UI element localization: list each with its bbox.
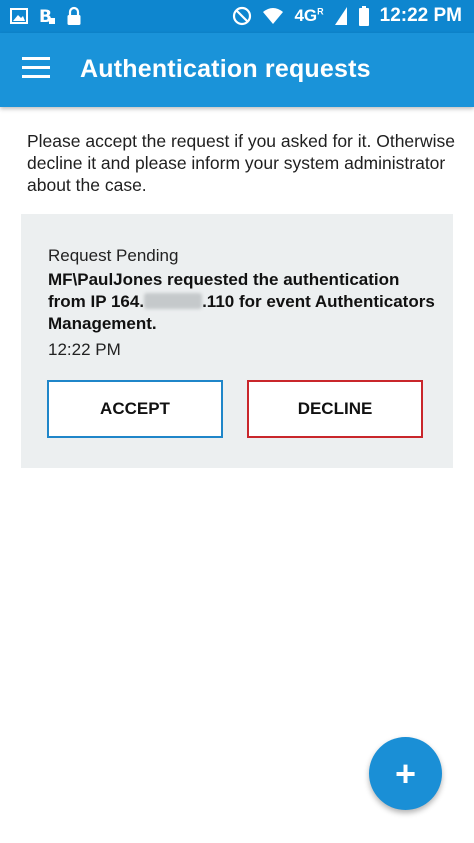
intro-text: Please accept the request if you asked f… bbox=[27, 131, 455, 195]
page-title: Authentication requests bbox=[80, 55, 371, 83]
b-notification-icon: B bbox=[39, 7, 55, 26]
status-bar: B 4GR 12:22 PM bbox=[0, 0, 474, 33]
menu-icon[interactable] bbox=[22, 57, 50, 81]
add-button[interactable]: + bbox=[369, 737, 442, 810]
status-time: 12:22 PM bbox=[379, 5, 462, 26]
plus-icon: + bbox=[394, 752, 417, 794]
request-time: 12:22 PM bbox=[48, 340, 121, 359]
image-icon bbox=[10, 8, 28, 24]
do-not-disturb-icon bbox=[233, 6, 252, 26]
signal-icon bbox=[334, 7, 347, 25]
redacted-ip-segment bbox=[144, 293, 203, 309]
network-indicator: 4GR bbox=[294, 6, 324, 25]
app-bar: Authentication requests bbox=[0, 33, 474, 107]
wifi-icon bbox=[263, 8, 284, 24]
accept-button[interactable]: ACCEPT bbox=[47, 380, 223, 438]
battery-icon bbox=[358, 6, 369, 26]
decline-button[interactable]: DECLINE bbox=[247, 380, 423, 438]
request-status: Request Pending bbox=[48, 246, 179, 265]
status-bar-notifications: B bbox=[10, 6, 82, 26]
request-message: MF\PaulJones requested the authenticatio… bbox=[48, 269, 438, 335]
status-bar-system: 4GR 12:22 PM bbox=[232, 5, 462, 27]
request-card: Request Pending MF\PaulJones requested t… bbox=[21, 214, 453, 468]
lock-icon bbox=[67, 6, 81, 25]
